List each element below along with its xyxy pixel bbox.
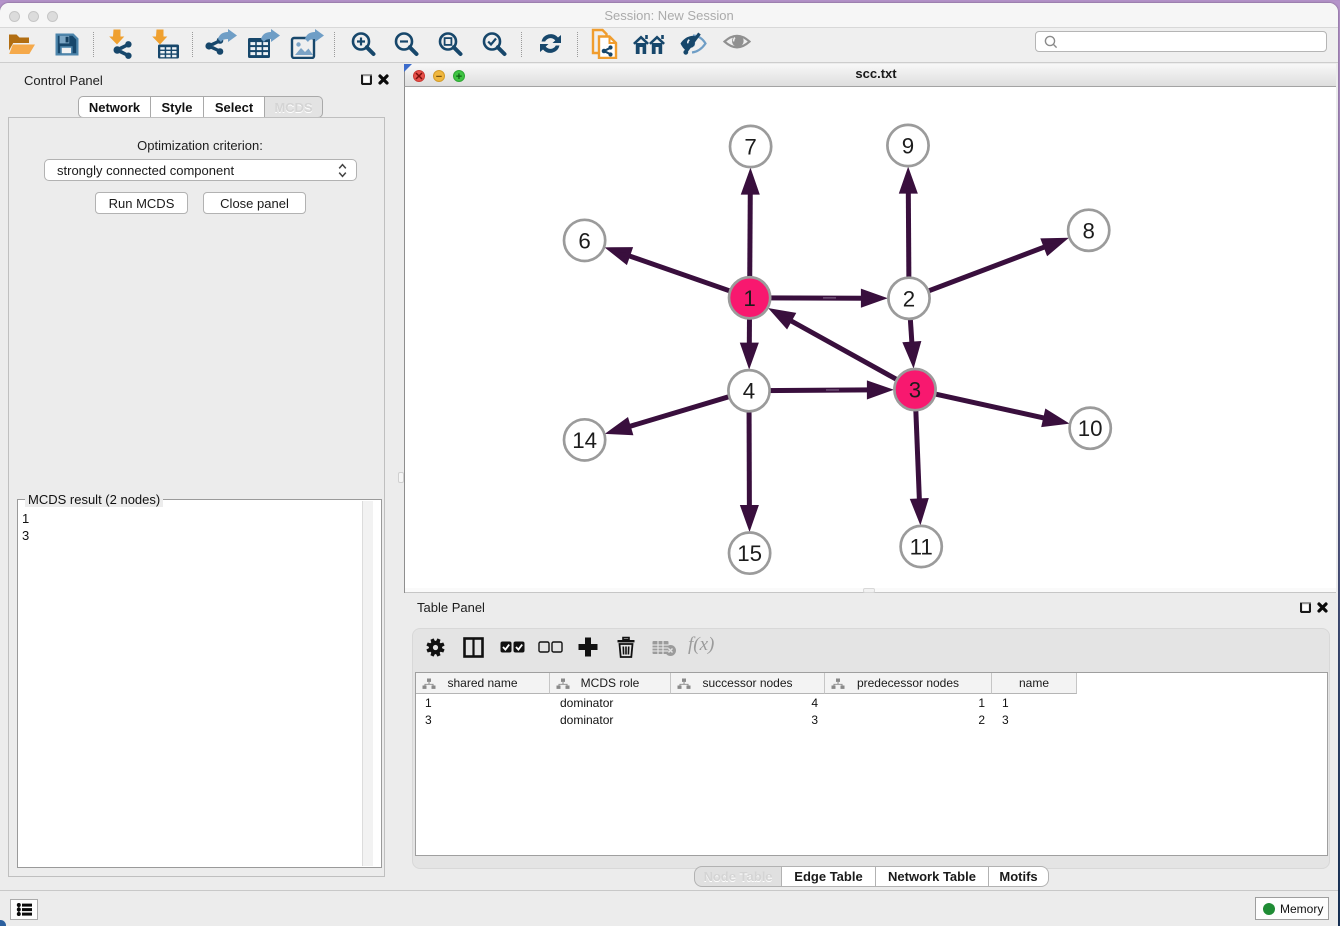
svg-text:2: 2 xyxy=(903,286,915,311)
svg-text:11: 11 xyxy=(910,535,933,560)
svg-text:15: 15 xyxy=(737,541,762,566)
svg-text:1: 1 xyxy=(743,286,755,311)
svg-text:7: 7 xyxy=(744,135,756,160)
svg-text:9: 9 xyxy=(902,134,914,159)
svg-text:6: 6 xyxy=(578,228,590,253)
svg-text:14: 14 xyxy=(572,428,597,453)
svg-text:10: 10 xyxy=(1078,416,1103,441)
svg-text:3: 3 xyxy=(909,378,921,403)
svg-text:8: 8 xyxy=(1082,218,1094,243)
svg-text:4: 4 xyxy=(743,379,755,404)
